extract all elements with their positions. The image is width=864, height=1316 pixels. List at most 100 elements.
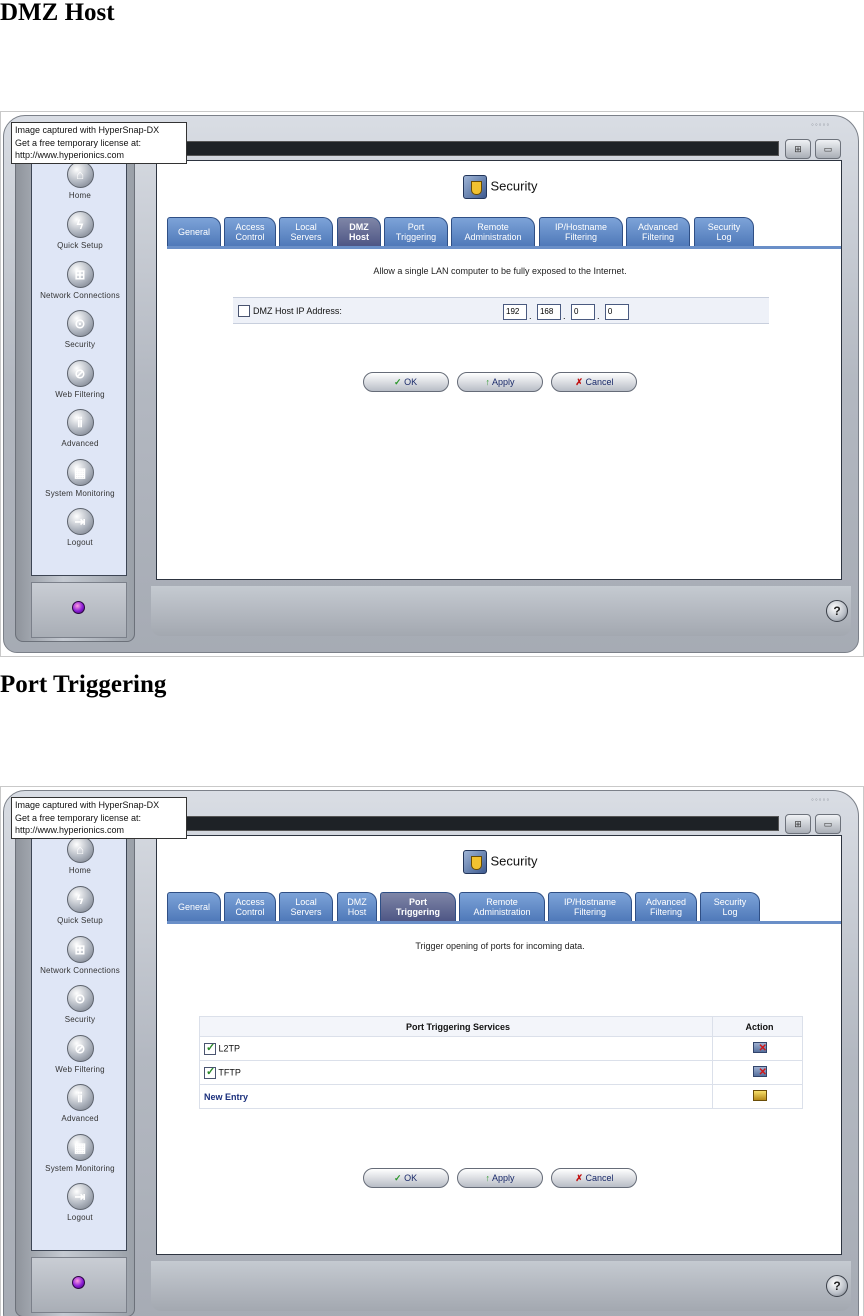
home-icon: ⌂ (66, 836, 94, 863)
web-filtering-icon: ⊘ (66, 1035, 94, 1062)
title-bar: urity (151, 816, 779, 831)
security-shield-icon (462, 175, 487, 199)
network-connections-icon: ⊞ (66, 261, 94, 288)
minimize-icon[interactable]: ▭ (815, 139, 841, 159)
watermark-notice: Image captured with HyperSnap-DX Get a f… (11, 122, 187, 164)
content-footer: ? (151, 586, 851, 636)
add-entry-icon[interactable] (752, 1090, 767, 1101)
nav-item-quick-setup[interactable]: ϟ Quick Setup (32, 211, 128, 259)
ok-button[interactable]: ✓ OK (362, 1168, 449, 1188)
table-row: L2TP (199, 1036, 803, 1061)
ok-button[interactable]: ✓ OK (362, 372, 449, 392)
tab-access-control[interactable]: Access Control (224, 217, 276, 246)
network-icon[interactable]: ⊞ (785, 814, 811, 834)
dmz-ip-address: 192. 168. 0. 0 (503, 303, 631, 321)
service-name: TFTP (218, 1066, 241, 1077)
nav-item-home[interactable]: ⌂ Home (32, 836, 128, 884)
table-row: TFTP (199, 1060, 803, 1085)
nav-item-advanced[interactable]: ⅱ Advanced (32, 1084, 128, 1132)
globe-icon[interactable] (72, 601, 85, 614)
delete-icon[interactable] (752, 1042, 767, 1054)
nav-item-system-monitoring[interactable]: ▦ System Monitoring (32, 1134, 128, 1182)
table-header-row: Port Triggering Services Action (199, 1016, 803, 1037)
tab-security-log[interactable]: Security Log (700, 892, 760, 921)
nav-item-security[interactable]: ⊙ Security (32, 985, 128, 1033)
heading-port-triggering: Port Triggering (0, 671, 167, 698)
tab-general[interactable]: General (167, 217, 221, 246)
cancel-button[interactable]: ✗ Cancel (551, 1168, 638, 1188)
tab-advanced-filtering[interactable]: Advanced Filtering (635, 892, 697, 921)
cancel-x-icon: ✗ (575, 377, 583, 387)
ip-octet-4[interactable]: 0 (604, 303, 629, 320)
nav-item-home[interactable]: ⌂ Home (32, 161, 128, 209)
ip-octet-2[interactable]: 168 (536, 303, 561, 320)
nav-item-quick-setup[interactable]: ϟ Quick Setup (32, 886, 128, 934)
content-panel: Security General Access Control Local Serv… (156, 160, 842, 580)
tab-ip-hostname-filtering[interactable]: IP/Hostname Filtering (539, 217, 623, 246)
security-icon: ⊙ (66, 310, 94, 337)
tab-port-triggering[interactable]: Port Triggering (384, 217, 448, 246)
sidebar-footer (31, 1257, 127, 1313)
nav-item-logout[interactable]: ⇥ Logout (32, 508, 128, 556)
nav-item-web-filtering[interactable]: ⊘ Web Filtering (32, 1035, 128, 1083)
tab-ip-hostname-filtering[interactable]: IP/Hostname Filtering (548, 892, 632, 921)
globe-icon[interactable] (72, 1276, 85, 1289)
tab-remote-administration[interactable]: Remote Administration (451, 217, 535, 246)
table-row: New Entry (199, 1084, 803, 1109)
tab-port-triggering[interactable]: Port Triggering (380, 892, 456, 921)
tab-security-log[interactable]: Security Log (694, 217, 754, 246)
heading-dmz-host: DMZ Host (0, 0, 115, 26)
home-icon: ⌂ (66, 161, 94, 188)
action-cell (712, 1060, 803, 1085)
nav-item-network-connections[interactable]: ⊞ Network Connections (32, 936, 128, 984)
sidebar-nav: ⌂ Home ϟ Quick Setup ⊞ Network Connections … (31, 146, 127, 576)
delete-icon[interactable] (752, 1066, 767, 1078)
resize-grip-icon[interactable]: ◦◦◦◦◦ (811, 120, 830, 129)
dmz-host-checkbox[interactable] (238, 305, 250, 317)
screenshot-port-triggering: ◦◦◦◦◦ urity ⊞ ▭ ⌂Home ϟQuick Setup ⊞Netw… (0, 786, 864, 1316)
tab-local-servers[interactable]: Local Servers (279, 892, 333, 921)
help-icon[interactable]: ? (826, 1275, 848, 1297)
dmz-host-row: DMZ Host IP Address: 192. 168. 0. 0 (233, 297, 769, 324)
resize-grip-icon[interactable]: ◦◦◦◦◦ (811, 795, 830, 804)
action-buttons: ✓ OK ↑ Apply ✗ Cancel (157, 1168, 841, 1188)
system-monitoring-icon: ▦ (66, 459, 94, 486)
title-bar: curity (151, 141, 779, 156)
service-cell: TFTP (199, 1060, 713, 1085)
tab-remote-administration[interactable]: Remote Administration (459, 892, 545, 921)
nav-item-web-filtering[interactable]: ⊘ Web Filtering (32, 360, 128, 408)
advanced-icon: ⅱ (66, 409, 94, 436)
sidebar-nav: ⌂ Home ϟ Quick Setup ⊞ Network Connections … (31, 821, 127, 1251)
tab-bar: General Access Control Local Servers DMZ Ho… (167, 217, 841, 249)
page-description: Allow a single LAN computer to be fully … (373, 266, 627, 276)
help-icon[interactable]: ? (826, 600, 848, 622)
quick-setup-icon: ϟ (66, 886, 94, 913)
apply-button[interactable]: ↑ Apply (457, 1168, 543, 1188)
new-entry-link[interactable]: New Entry (204, 1092, 248, 1102)
dmz-host-label: DMZ Host IP Address: (253, 306, 342, 316)
column-header-action: Action (712, 1016, 803, 1037)
nav-item-system-monitoring[interactable]: ▦ System Monitoring (32, 459, 128, 507)
tab-dmz-host[interactable]: DMZ Host (337, 892, 377, 921)
cancel-button[interactable]: ✗ Cancel (551, 372, 638, 392)
service-checkbox-tftp[interactable] (204, 1065, 216, 1079)
ip-octet-3[interactable]: 0 (570, 303, 595, 320)
action-cell (712, 1036, 803, 1061)
nav-item-advanced[interactable]: ⅱ Advanced (32, 409, 128, 457)
ip-octet-1[interactable]: 192 (503, 303, 527, 320)
network-icon[interactable]: ⊞ (785, 139, 811, 159)
nav-item-logout[interactable]: ⇥ Logout (32, 1183, 128, 1231)
apply-button[interactable]: ↑ Apply (457, 372, 543, 392)
logout-icon: ⇥ (66, 508, 94, 535)
tab-access-control[interactable]: Access Control (224, 892, 276, 921)
page-description: Trigger opening of ports for incoming da… (415, 941, 585, 951)
nav-item-security[interactable]: ⊙ Security (32, 310, 128, 358)
tab-advanced-filtering[interactable]: Advanced Filtering (626, 217, 690, 246)
tab-general[interactable]: General (167, 892, 221, 921)
tab-dmz-host[interactable]: DMZ Host (337, 217, 381, 246)
tab-local-servers[interactable]: Local Servers (279, 217, 333, 246)
new-entry-cell: New Entry (199, 1084, 713, 1109)
service-checkbox-l2tp[interactable] (204, 1041, 216, 1055)
minimize-icon[interactable]: ▭ (815, 814, 841, 834)
nav-item-network-connections[interactable]: ⊞ Network Connections (32, 261, 128, 309)
